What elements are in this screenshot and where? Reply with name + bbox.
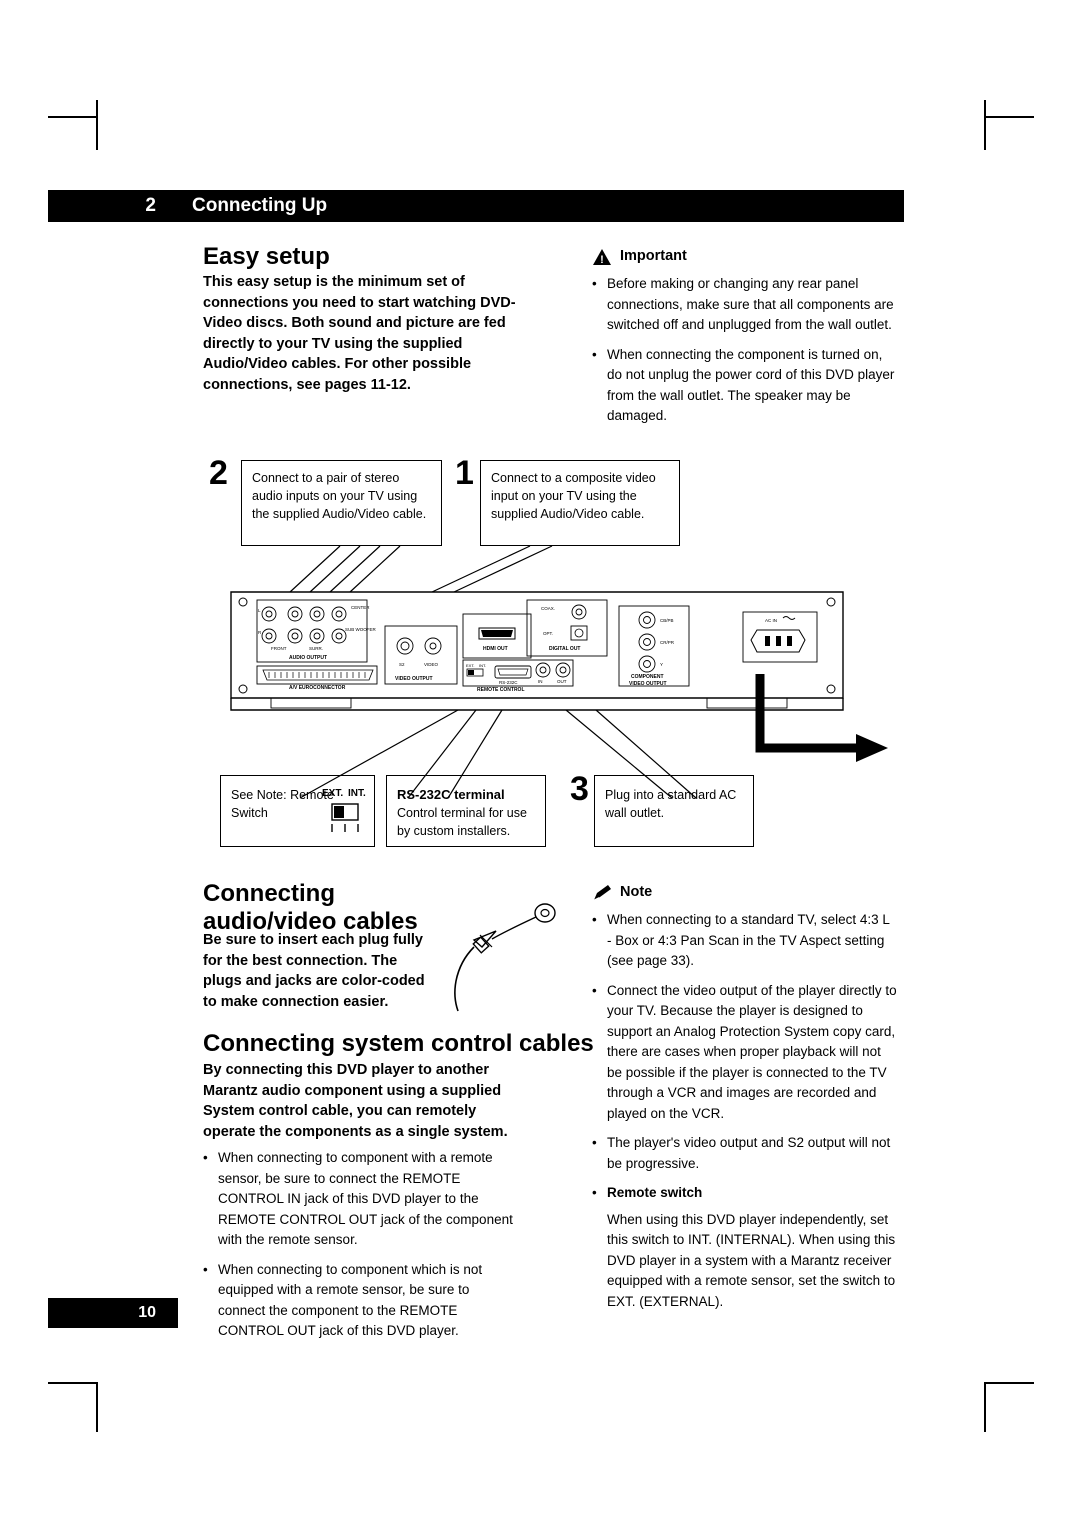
svg-text:INT.: INT. (479, 663, 486, 668)
svg-text:RS-232C: RS-232C (499, 680, 518, 685)
svg-text:!: ! (600, 254, 604, 266)
callout-remote-switch-text: See Note: Remote Switch (231, 788, 334, 820)
svg-text:OUT: OUT (557, 679, 567, 684)
callout-3-number: 3 (570, 770, 589, 808)
callout-3-text: Plug into a standard AC wall outlet. (605, 788, 737, 820)
svg-text:VIDEO: VIDEO (424, 662, 439, 667)
callout-3-box: Plug into a standard AC wall outlet. (594, 775, 754, 847)
svg-text:INT.: INT. (348, 788, 366, 799)
svg-text:COMPONENT: COMPONENT (631, 674, 664, 680)
important-bullet-0: Before making or changing any rear panel… (592, 274, 897, 336)
svg-text:A/V EUROCONNECTOR: A/V EUROCONNECTOR (289, 685, 346, 691)
svg-text:AUDIO OUTPUT: AUDIO OUTPUT (289, 655, 327, 661)
svg-text:L: L (258, 608, 261, 613)
audio-video-cables-title: Connecting audio/video cables (203, 880, 418, 935)
system-control-bullet-0: When connecting to component with a remo… (203, 1148, 513, 1251)
system-control-bullet-list: When connecting to component with a remo… (203, 1148, 513, 1342)
note-bullet-2: The player's video output and S2 output … (592, 1133, 897, 1174)
svg-text:EXT.: EXT. (466, 663, 474, 668)
svg-text:FRONT: FRONT (271, 646, 287, 651)
crop-mark-bottom-left-v (96, 1382, 98, 1432)
important-bullets: Before making or changing any rear panel… (592, 274, 897, 436)
svg-text:CR/PR: CR/PR (660, 640, 675, 645)
important-warning-icon: ! (592, 248, 612, 266)
system-control-bullet-1: When connecting to component which is no… (203, 1260, 513, 1342)
note-bullets: When connecting to a standard TV, select… (592, 910, 897, 1321)
note-remote-switch-title: Remote switch (607, 1185, 703, 1200)
note-bullet-remote-switch: Remote switch When using this DVD player… (592, 1183, 897, 1312)
svg-text:VIDEO OUTPUT: VIDEO OUTPUT (395, 676, 433, 682)
svg-text:SUB WOOFER: SUB WOOFER (345, 627, 377, 632)
svg-text:Y: Y (660, 662, 663, 667)
important-bullet-list: Before making or changing any rear panel… (592, 274, 897, 427)
important-title: Important (620, 248, 687, 264)
audio-video-cables-body: Be sure to insert each plug fully for th… (203, 932, 425, 1010)
cable-illustration (454, 903, 556, 1012)
svg-text:COAX.: COAX. (541, 606, 555, 611)
crop-mark-bottom-right-v (984, 1382, 986, 1432)
crop-mark-bottom-right-h (984, 1382, 1034, 1384)
system-control-title: Connecting system control cables (203, 1030, 594, 1057)
manual-page: 2 Connecting Up 10 Easy setup This easy … (0, 0, 1080, 1528)
note-bullet-0: When connecting to a standard TV, select… (592, 910, 897, 972)
svg-text:OPT.: OPT. (543, 631, 553, 636)
svg-text:EXT.: EXT. (322, 788, 343, 799)
note-bullet-list: When connecting to a standard TV, select… (592, 910, 897, 1312)
callout-rs232c-text: Control terminal for use by custom insta… (397, 806, 527, 838)
callout-1-number: 1 (455, 454, 474, 492)
svg-text:CB/PB: CB/PB (660, 618, 674, 623)
svg-text:HDMI OUT: HDMI OUT (483, 646, 508, 652)
easy-setup-intro: This easy setup is the minimum set of co… (203, 274, 516, 393)
header-title: Connecting Up (192, 195, 328, 216)
svg-text:IN: IN (538, 679, 543, 684)
svg-text:SURR.: SURR. (309, 646, 323, 651)
callout-rs232c-title: RS-232C terminal (397, 787, 505, 802)
pencil-note-icon (592, 884, 614, 902)
crop-mark-top-left-h (48, 116, 98, 118)
svg-text:S2: S2 (399, 662, 405, 667)
remote-switch-glyph: EXT. INT. (320, 782, 372, 840)
crop-mark-bottom-left-h (48, 1382, 98, 1384)
callout-2-number: 2 (209, 454, 228, 492)
svg-text:REMOTE CONTROL: REMOTE CONTROL (477, 687, 525, 693)
note-title: Note (620, 884, 653, 900)
system-control-bullets: When connecting to component with a remo… (203, 1148, 513, 1351)
easy-setup-title: Easy setup (203, 243, 330, 270)
svg-text:DIGITAL OUT: DIGITAL OUT (549, 646, 580, 652)
callout-rs232c-box: RS-232C terminal Control terminal for us… (386, 775, 546, 847)
crop-mark-top-left-v (96, 100, 98, 150)
crop-mark-top-right-v (984, 100, 986, 150)
svg-text:R: R (258, 630, 262, 635)
svg-text:AC IN: AC IN (765, 618, 777, 623)
note-bullet-1: Connect the video output of the player d… (592, 981, 897, 1125)
system-control-intro: By connecting this DVD player to another… (203, 1062, 508, 1140)
svg-text:CENTER: CENTER (351, 605, 370, 610)
crop-mark-top-right-h (984, 116, 1034, 118)
header-chapter-number: 2 (48, 190, 178, 222)
svg-text:VIDEO OUTPUT: VIDEO OUTPUT (629, 681, 667, 687)
note-remote-switch-body: When using this DVD player independently… (607, 1211, 896, 1309)
page-number: 10 (138, 1304, 156, 1321)
important-bullet-1: When connecting the component is turned … (592, 345, 897, 427)
